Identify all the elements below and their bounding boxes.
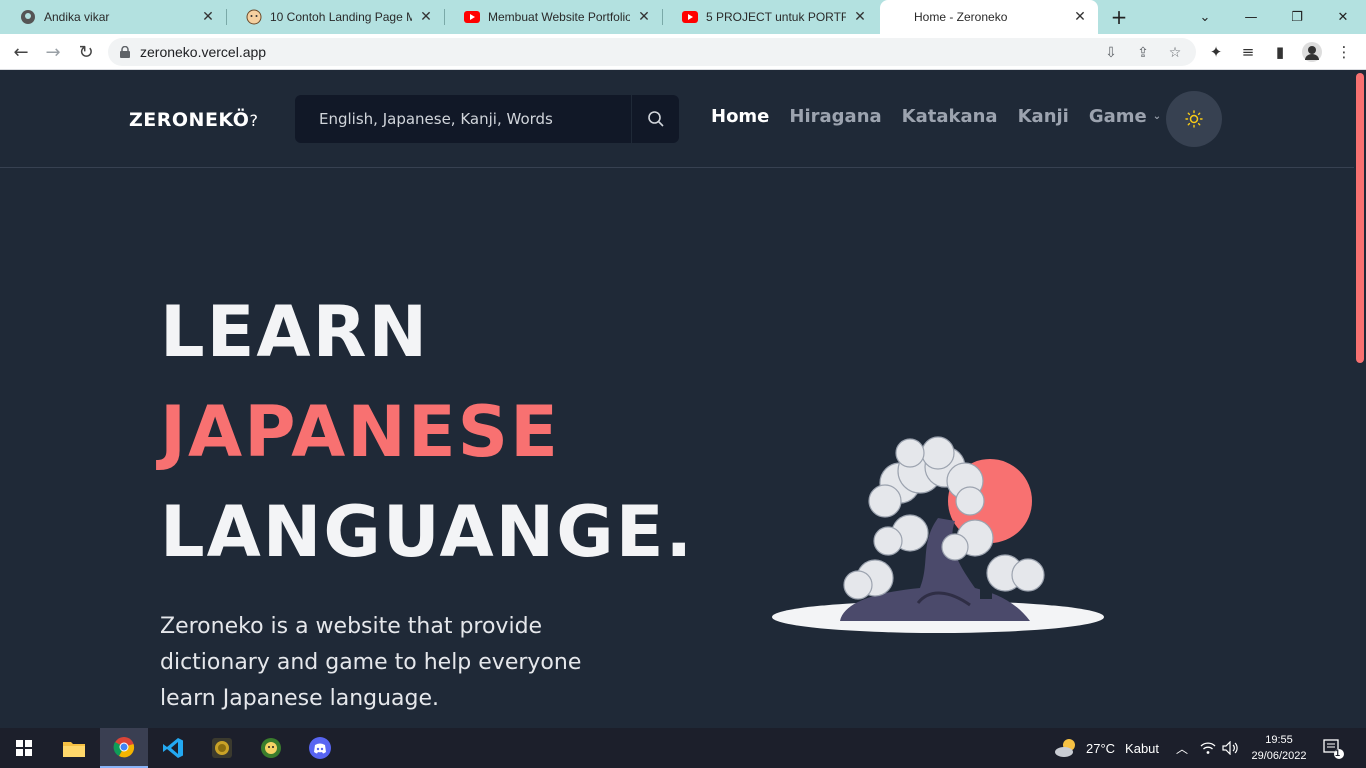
github-icon xyxy=(20,9,36,25)
nav-game-label: Game xyxy=(1088,106,1147,127)
extensions-puzzle-icon[interactable]: ✦ xyxy=(1206,42,1226,62)
wifi-icon[interactable] xyxy=(1200,728,1216,768)
hero-description: Zeroneko is a website that provide dicti… xyxy=(160,614,582,711)
chrome-icon xyxy=(113,737,135,758)
search-bar xyxy=(295,95,679,143)
clock-date: 29/06/2022 xyxy=(1251,750,1307,762)
weather-condition: Kabut xyxy=(1125,740,1160,756)
close-window-button[interactable]: ✕ xyxy=(1320,0,1366,34)
browser-tab[interactable]: Andika vikar ✕ xyxy=(0,0,226,34)
url-text: zeroneko.vercel.app xyxy=(140,44,267,60)
tab-title: Membuat Website Portfolio I xyxy=(488,10,630,24)
close-tab-icon[interactable]: ✕ xyxy=(418,9,434,25)
notification-center-button[interactable]: 1 xyxy=(1322,728,1344,768)
theme-toggle-button[interactable] xyxy=(1166,91,1222,147)
close-tab-icon[interactable]: ✕ xyxy=(852,9,868,25)
main-nav: Home Hiragana Katakana Kanji Game ⌄ xyxy=(711,106,1161,127)
reload-button[interactable]: ↻ xyxy=(73,39,99,65)
profile-avatar[interactable] xyxy=(1302,42,1322,62)
address-bar[interactable]: zeroneko.vercel.app ⇩ ⇪ ☆ xyxy=(108,38,1196,66)
sun-icon xyxy=(1185,110,1203,128)
youtube-icon xyxy=(464,9,480,25)
weather-widget[interactable]: 27°C Kabut xyxy=(1054,728,1159,768)
notification-count: 1 xyxy=(1335,748,1341,758)
hero-title-line1: LEARN xyxy=(160,291,430,373)
close-tab-icon[interactable]: ✕ xyxy=(200,9,216,25)
search-button[interactable] xyxy=(631,95,679,143)
scrollbar-thumb[interactable] xyxy=(1356,73,1364,363)
hero-title-line3: LANGUANGE. xyxy=(160,491,695,573)
page-viewport: ZERONEKÖ? Home Hiragana Katakana Kanji G… xyxy=(0,71,1354,728)
nav-hiragana[interactable]: Hiragana xyxy=(789,106,881,127)
browser-tab[interactable]: Membuat Website Portfolio I ✕ xyxy=(444,0,662,34)
side-panel-icon[interactable]: ▮ xyxy=(1270,42,1290,62)
chevron-down-icon: ⌄ xyxy=(1152,111,1162,122)
chrome-taskbar-button[interactable] xyxy=(100,728,148,768)
file-explorer-button[interactable] xyxy=(50,728,98,768)
windows-taskbar: 27°C Kabut ︿ 19:55 29/06/2022 1 xyxy=(0,728,1366,768)
back-button[interactable]: ← xyxy=(8,39,34,65)
forward-button[interactable]: → xyxy=(40,39,66,65)
logo-text: ZERONEKÖ xyxy=(129,109,250,131)
bookmark-star-icon[interactable]: ☆ xyxy=(1166,44,1184,62)
mascot-app-icon xyxy=(261,738,281,758)
search-input[interactable] xyxy=(295,95,631,143)
notification-icon xyxy=(1323,739,1344,759)
show-hidden-icons-chevron-icon[interactable]: ︿ xyxy=(1176,728,1188,768)
weather-temp: 27°C xyxy=(1086,740,1116,756)
face-icon xyxy=(246,9,262,25)
discord-icon xyxy=(309,737,331,759)
install-app-icon[interactable]: ⇩ xyxy=(1102,44,1120,62)
tab-title: 10 Contoh Landing Page Me xyxy=(270,10,412,24)
search-icon xyxy=(647,111,664,127)
cloud-moon-icon xyxy=(1055,739,1075,757)
tab-title: 5 PROJECT untuk PORTFOLIC xyxy=(706,10,846,24)
youtube-icon xyxy=(682,9,698,25)
mascot-app-button[interactable] xyxy=(247,728,295,768)
volume-icon[interactable] xyxy=(1222,728,1240,768)
site-header: ZERONEKÖ? Home Hiragana Katakana Kanji G… xyxy=(0,71,1354,168)
share-icon[interactable]: ⇪ xyxy=(1134,44,1152,62)
close-tab-icon[interactable]: ✕ xyxy=(1072,9,1088,25)
nav-game[interactable]: Game ⌄ xyxy=(1089,106,1161,127)
clock-time: 19:55 xyxy=(1265,734,1293,746)
restore-button[interactable]: ❐ xyxy=(1274,0,1320,34)
folder-icon xyxy=(63,742,85,757)
browser-tab-active[interactable]: Home - Zeroneko ✕ xyxy=(880,0,1098,34)
chrome-menu-icon[interactable]: ⋮ xyxy=(1334,42,1354,62)
nav-home[interactable]: Home xyxy=(711,106,769,127)
windows-start-button[interactable] xyxy=(0,728,48,768)
media-control-icon[interactable]: ≡ xyxy=(1238,42,1258,62)
browser-toolbar: ← → ↻ zeroneko.vercel.app ⇩ ⇪ ☆ ✦ ≡ ▮ ⋮ xyxy=(0,34,1366,70)
browser-tab[interactable]: 10 Contoh Landing Page Me ✕ xyxy=(226,0,444,34)
close-tab-icon[interactable]: ✕ xyxy=(636,9,652,25)
tab-search-icon[interactable]: ⌄ xyxy=(1182,0,1228,34)
nav-katakana[interactable]: Katakana xyxy=(902,106,998,127)
tree-illustration xyxy=(772,436,1104,633)
tab-title: Andika vikar xyxy=(44,10,110,24)
discord-taskbar-button[interactable] xyxy=(296,728,344,768)
site-logo[interactable]: ZERONEKÖ? xyxy=(129,109,258,131)
coin-app-button[interactable] xyxy=(198,728,246,768)
new-tab-button[interactable]: + xyxy=(1108,6,1130,28)
nav-kanji[interactable]: Kanji xyxy=(1018,106,1069,127)
logo-mark: ? xyxy=(249,111,259,130)
minimize-button[interactable]: — xyxy=(1228,0,1274,34)
taskbar-clock[interactable]: 19:55 29/06/2022 xyxy=(1246,732,1312,764)
vscode-icon xyxy=(163,738,183,758)
lock-icon[interactable] xyxy=(120,46,130,58)
tab-title: Home - Zeroneko xyxy=(914,10,1008,24)
hero-title-line2: JAPANESE xyxy=(160,391,560,473)
page-scrollbar[interactable] xyxy=(1354,71,1366,728)
browser-tab[interactable]: 5 PROJECT untuk PORTFOLIC ✕ xyxy=(662,0,878,34)
vscode-taskbar-button[interactable] xyxy=(149,728,197,768)
coin-app-icon xyxy=(212,738,232,758)
browser-tabstrip: Andika vikar ✕ 10 Contoh Landing Page Me… xyxy=(0,0,1366,34)
windows-logo-icon xyxy=(16,740,32,756)
